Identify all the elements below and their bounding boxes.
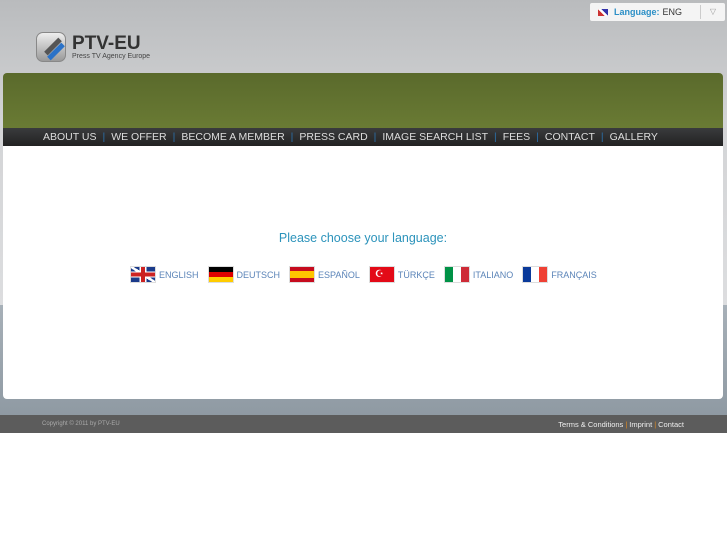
language-francais[interactable]: FRANÇAIS xyxy=(522,266,597,283)
banner xyxy=(3,73,723,129)
language-dropdown[interactable]: Language: ENG ▽ xyxy=(590,3,725,21)
nav-divider: | xyxy=(290,131,294,143)
footer-divider: | xyxy=(654,419,657,429)
imprint-link[interactable]: Imprint xyxy=(629,420,652,429)
language-label: TÜRKÇE xyxy=(397,269,435,280)
nav-about-us[interactable]: ABOUT US xyxy=(43,131,96,143)
german-flag-icon xyxy=(207,266,234,283)
nav-divider: | xyxy=(172,131,176,143)
nav-fees[interactable]: FEES xyxy=(503,131,530,143)
language-list: ENGLISH DEUTSCH ESPAÑOL ☪ TÜRKÇE ITALIANO… xyxy=(130,266,606,283)
nav-divider: | xyxy=(536,131,539,143)
nav-gallery[interactable]: GALLERY xyxy=(610,131,658,143)
language-turkce[interactable]: ☪ TÜRKÇE xyxy=(368,266,435,283)
flag-icon xyxy=(598,8,608,16)
language-deutsch[interactable]: DEUTSCH xyxy=(207,266,281,283)
spanish-flag-icon xyxy=(289,266,316,283)
nav-become-member[interactable]: BECOME A MEMBER xyxy=(181,131,284,143)
logo-title: PTV-EU xyxy=(72,33,141,54)
logo-icon xyxy=(36,32,66,62)
footer-divider: | xyxy=(625,419,628,429)
copyright: Copyright © 2011 by PTV-EU xyxy=(42,421,120,427)
language-label: ESPAÑOL xyxy=(318,269,360,280)
terms-link[interactable]: Terms & Conditions xyxy=(558,420,623,429)
nav-divider: | xyxy=(494,131,497,143)
footer-links: Terms & Conditions | Imprint | Contact xyxy=(558,420,684,429)
nav-image-search-list[interactable]: IMAGE SEARCH LIST xyxy=(382,131,488,143)
language-label: FRANÇAIS xyxy=(551,269,597,280)
main-nav: ABOUT US | WE OFFER | BECOME A MEMBER | PRE… xyxy=(3,128,723,146)
chevron-down-icon[interactable]: ▽ xyxy=(700,5,725,19)
language-value: ENG xyxy=(662,7,683,17)
language-italiano[interactable]: ITALIANO xyxy=(443,266,514,283)
french-flag-icon xyxy=(522,266,549,283)
footer: Copyright © 2011 by PTV-EU Terms & Condi… xyxy=(0,415,727,433)
turkish-flag-icon: ☪ xyxy=(368,266,395,283)
language-english[interactable]: ENGLISH xyxy=(130,266,199,283)
language-label: ENGLISH xyxy=(159,269,199,280)
language-espanol[interactable]: ESPAÑOL xyxy=(289,266,360,283)
nav-divider: | xyxy=(600,131,604,143)
language-label: DEUTSCH xyxy=(236,269,281,280)
logo-subtitle: Press TV Agency Europe xyxy=(72,53,151,60)
language-label: ITALIANO xyxy=(472,269,514,280)
language-prompt: Please choose your language: xyxy=(278,231,448,245)
nav-divider: | xyxy=(102,131,106,143)
content-panel: Please choose your language: ENGLISH DEU… xyxy=(3,146,723,399)
nav-contact[interactable]: CONTACT xyxy=(545,131,595,143)
nav-press-card[interactable]: PRESS CARD xyxy=(299,131,367,143)
contact-link[interactable]: Contact xyxy=(658,420,684,429)
nav-we-offer[interactable]: WE OFFER xyxy=(111,131,166,143)
uk-flag-icon xyxy=(130,266,156,283)
italian-flag-icon xyxy=(443,266,470,283)
nav-divider: | xyxy=(373,131,377,143)
language-label: Language: xyxy=(614,7,660,17)
logo[interactable]: PTV-EU Press TV Agency Europe xyxy=(36,32,150,62)
